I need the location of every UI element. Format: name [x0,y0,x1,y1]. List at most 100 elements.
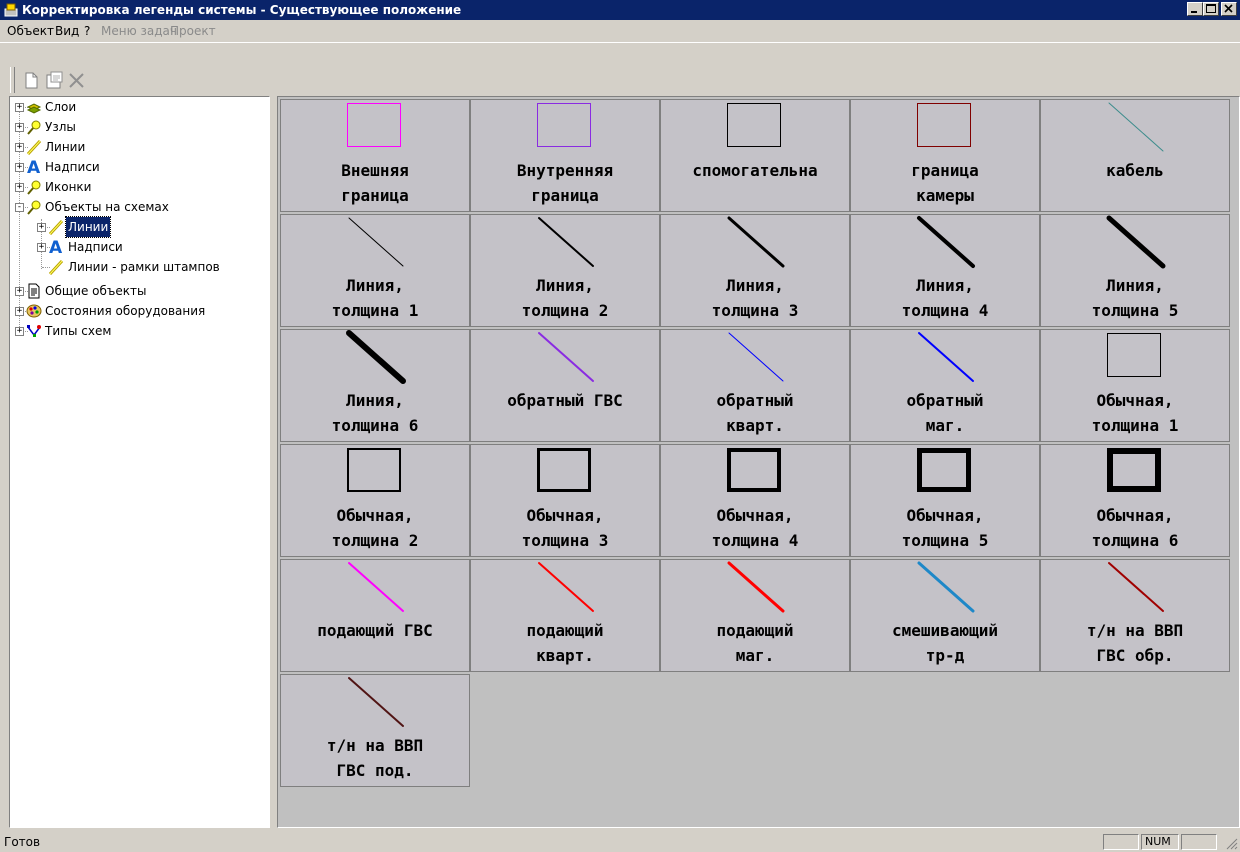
legend-label: Линия, толщина 3 [661,273,849,323]
expand-toggle[interactable]: + [15,123,24,132]
expand-toggle[interactable]: + [15,103,24,112]
tree-node-label: Линии - рамки штампов [68,260,220,274]
menu-project[interactable]: Проект [170,23,216,39]
expand-toggle[interactable]: + [15,327,24,336]
minimize-button[interactable] [1187,2,1203,16]
legend-cell[interactable]: обратный кварт. [660,329,850,442]
legend-cell[interactable]: спомогательна [660,99,850,212]
legend-sample [727,103,781,147]
legend-sample [728,332,784,382]
legend-label-line: кабель [1106,161,1164,180]
tree-node-label-selected: Линии [64,216,112,238]
menu-view[interactable]: Вид [55,23,79,39]
legend-cell[interactable]: Линия, толщина 6 [280,329,470,442]
tree-node-label: Состояния оборудования [45,304,206,318]
legend-cell[interactable]: подающий маг. [660,559,850,672]
legend-label-line: Линия, [1106,276,1164,295]
legend-cell[interactable]: Линия, толщина 2 [470,214,660,327]
legend-cell[interactable]: т/н на ВВП ГВС под. [280,674,470,787]
legend-label: спомогательна [661,158,849,183]
expand-toggle[interactable]: + [15,307,24,316]
delete-button[interactable] [66,69,88,91]
legend-label: Линия, толщина 1 [281,273,469,323]
legend-label-line: Линия, [726,276,784,295]
legend-label: подающий кварт. [471,618,659,668]
legend-line-sample [348,217,404,267]
legend-cell[interactable]: Внутренняя граница [470,99,660,212]
legend-cell[interactable]: Обычная, толщина 1 [1040,329,1230,442]
properties-button[interactable] [43,69,65,91]
legend-cell[interactable]: Обычная, толщина 4 [660,444,850,557]
legend-cell[interactable]: Внешняя граница [280,99,470,212]
resize-grip-icon[interactable] [1224,836,1238,850]
legend-label-line: Обычная, [336,506,414,525]
legend-cell[interactable]: Линия, толщина 3 [660,214,850,327]
legend-cell[interactable]: Линия, толщина 1 [280,214,470,327]
toolbar-grip[interactable] [10,67,15,93]
title-bar: Корректировка легенды системы - Существу… [0,0,1240,20]
legend-label-line: спомогательна [692,161,818,180]
legend-label-line: кварт. [536,646,594,665]
legend-label-line: Обычная, [716,506,794,525]
legend-label-line: обратный [716,391,794,410]
tree-connector [19,107,20,331]
legend-line-sample [1106,215,1166,269]
legend-cell[interactable]: Обычная, толщина 5 [850,444,1040,557]
legend-cell[interactable]: Линия, толщина 5 [1040,214,1230,327]
legend-cell[interactable]: смешивающий тр-д [850,559,1040,672]
legend-label: кабель [1041,158,1229,183]
status-panel-num: NUM [1141,834,1179,850]
legend-rect-sample [917,448,971,492]
expand-toggle[interactable]: + [37,223,46,232]
legend-sample [1106,215,1166,269]
legend-label-line: толщина 5 [901,531,989,550]
legend-cell[interactable]: т/н на ВВП ГВС обр. [1040,559,1230,672]
legend-label: Обычная, толщина 2 [281,503,469,553]
legend-label-line: толщина 3 [711,301,799,320]
legend-cell[interactable]: обратный маг. [850,329,1040,442]
expand-toggle[interactable]: + [15,287,24,296]
maximize-button[interactable] [1203,2,1219,16]
menu-bar: Объект Вид ? Меню задач Проект [0,20,1240,43]
legend-label-line: Линия, [916,276,974,295]
tree-view[interactable]: + Слои + Узлы + Линии + A Надписи + Икон… [9,96,270,828]
menu-tasks[interactable]: Меню задач [101,23,177,39]
toolbar [0,43,1240,95]
close-button[interactable] [1221,2,1237,16]
legend-label-line: Внешняя [341,161,409,180]
legend-cell[interactable]: подающий ГВС [280,559,470,672]
legend-label: Обычная, толщина 5 [851,503,1039,553]
legend-grid[interactable]: Внешняя граница Внутренняя граница спомогате… [277,96,1240,828]
line-icon [48,219,64,235]
legend-cell[interactable]: Обычная, толщина 2 [280,444,470,557]
collapse-toggle[interactable]: - [15,203,24,212]
legend-cell[interactable]: Обычная, толщина 6 [1040,444,1230,557]
legend-label-line: толщина 5 [1091,301,1179,320]
legend-cell[interactable]: Линия, толщина 4 [850,214,1040,327]
legend-rect-sample [727,103,781,147]
legend-label-line: Линия, [346,391,404,410]
expand-toggle[interactable]: + [37,243,46,252]
legend-label: граница камеры [851,158,1039,208]
legend-cell[interactable]: подающий кварт. [470,559,660,672]
expand-toggle[interactable]: + [15,183,24,192]
delete-icon [69,73,84,88]
legend-label: Линия, толщина 5 [1041,273,1229,323]
menu-help[interactable]: ? [84,23,90,39]
expand-toggle[interactable]: + [15,163,24,172]
legend-label-line: тр-д [925,646,965,665]
expand-toggle[interactable]: + [15,143,24,152]
new-document-button[interactable] [20,69,42,91]
legend-cell[interactable]: граница камеры [850,99,1040,212]
pane-splitter[interactable] [270,96,277,828]
legend-label-line: толщина 2 [331,531,419,550]
legend-sample [917,103,971,147]
legend-cell[interactable]: Обычная, толщина 3 [470,444,660,557]
legend-cell[interactable]: кабель [1040,99,1230,212]
legend-label: смешивающий тр-д [851,618,1039,668]
legend-label-line: Линия, [536,276,594,295]
legend-label: Обычная, толщина 1 [1041,388,1229,438]
legend-label-line: подающий ГВС [317,621,433,640]
menu-object[interactable]: Объект [7,23,54,39]
legend-cell[interactable]: обратный ГВС [470,329,660,442]
